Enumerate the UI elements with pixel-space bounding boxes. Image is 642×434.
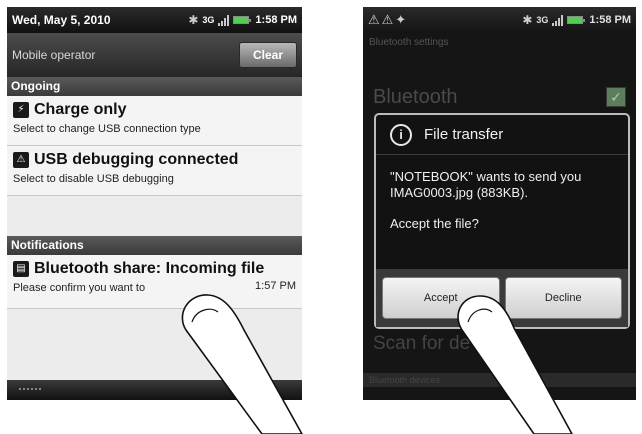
status-notification-icons: ⚠⚠✦: [368, 12, 409, 27]
section-notifications: Notifications: [7, 236, 302, 255]
dialog-buttons: Accept Decline: [376, 269, 628, 327]
dialog-message: "NOTEBOOK" wants to send you IMAG0003.jp…: [390, 169, 582, 200]
settings-header: Bluetooth settings: [369, 37, 449, 48]
usb-icon: ⚡: [13, 102, 29, 118]
usb-title: USB debugging connected: [34, 151, 239, 168]
data-3g-icon: 3G: [202, 14, 215, 25]
notification-handle-bar[interactable]: [7, 380, 302, 400]
accept-button[interactable]: Accept: [382, 277, 500, 319]
battery-icon: [233, 16, 252, 24]
bluetooth-label: Bluetooth: [373, 85, 458, 108]
drag-grip-icon: [19, 388, 41, 392]
usb-title-row: ⚠ USB debugging connected: [13, 151, 296, 169]
charge-subtitle: Select to change USB connection type: [13, 123, 201, 135]
operator-bar: Mobile operator Clear: [7, 33, 302, 77]
bluetooth-toggle-row[interactable]: Bluetooth ✓: [363, 77, 636, 117]
section-bluetooth-devices: Bluetooth devices: [363, 373, 636, 387]
dialog-header: i File transfer: [376, 115, 628, 155]
warning-icon: ⚠: [13, 152, 29, 168]
decline-button[interactable]: Decline: [504, 277, 622, 319]
dialog-body: "NOTEBOOK" wants to send you IMAG0003.jp…: [376, 155, 628, 232]
charge-title-row: ⚡ Charge only: [13, 101, 296, 119]
scan-for-devices-label[interactable]: Scan for de: [373, 333, 470, 355]
bt-title: Bluetooth share: Incoming file: [34, 260, 265, 277]
usb-subtitle: Select to disable USB debugging: [13, 173, 174, 185]
checkbox-icon[interactable]: ✓: [606, 87, 626, 107]
bluetooth-share-icon: ▤: [13, 261, 29, 277]
charge-title: Charge only: [34, 101, 127, 118]
dialog-title: File transfer: [424, 126, 504, 143]
notification-charge[interactable]: ⚡ Charge only Select to change USB conne…: [7, 96, 302, 146]
status-time: 1:58 PM: [255, 14, 297, 26]
bt-sub-row: Please confirm you want to 1:57 PM: [13, 278, 296, 294]
bt-title-row: ▤ Bluetooth share: Incoming file: [13, 260, 296, 278]
clear-button[interactable]: Clear: [239, 42, 297, 68]
battery-icon-right: [567, 16, 586, 24]
bluetooth-icon: ✱: [188, 13, 199, 27]
bt-subtitle: Please confirm you want to: [13, 282, 146, 294]
status-time-right: 1:58 PM: [589, 14, 631, 26]
file-transfer-dialog: i File transfer "NOTEBOOK" wants to send…: [374, 113, 630, 329]
notification-usb-debugging[interactable]: ⚠ USB debugging connected Select to disa…: [7, 146, 302, 196]
status-bar-right: ⚠⚠✦ ✱ 3G 1:58 PM: [363, 7, 636, 33]
operator-name: Mobile operator: [12, 48, 96, 62]
bt-time: 1:57 PM: [255, 280, 296, 292]
section-ongoing: Ongoing: [7, 77, 302, 96]
dialog-question: Accept the file?: [390, 216, 479, 231]
status-date: Wed, May 5, 2010: [12, 13, 111, 27]
status-icons: ✱ 3G 1:58 PM: [188, 13, 297, 27]
status-icons-right: ✱ 3G 1:58 PM: [522, 13, 631, 27]
signal-icon: [218, 14, 230, 26]
right-phone-screen: ⚠⚠✦ ✱ 3G 1:58 PM Bluetooth settings Blue…: [363, 7, 636, 400]
info-icon: i: [390, 123, 412, 146]
signal-icon-right: [552, 14, 564, 26]
left-phone-screen: Wed, May 5, 2010 ✱ 3G 1:58 PM Mobile ope…: [7, 7, 302, 400]
status-bar: Wed, May 5, 2010 ✱ 3G 1:58 PM: [7, 7, 302, 33]
notification-bluetooth-share[interactable]: ▤ Bluetooth share: Incoming file Please …: [7, 255, 302, 309]
bluetooth-icon-right: ✱: [522, 13, 533, 27]
data-3g-icon-right: 3G: [536, 14, 549, 25]
